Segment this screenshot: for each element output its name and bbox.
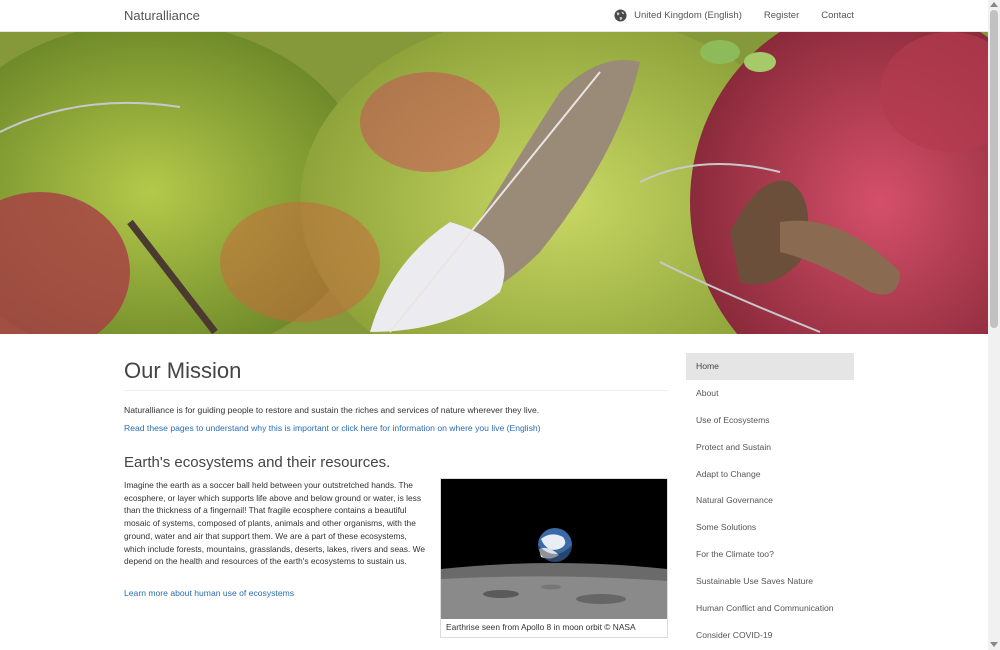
top-navbar: Naturalliance United Kingdom (English) R… bbox=[0, 0, 988, 32]
lead-link[interactable]: Read these pages to understand why this … bbox=[124, 423, 541, 433]
section-title: Earth's ecosystems and their resources. bbox=[124, 454, 391, 471]
section-body: Imagine the earth as a soccer ball held … bbox=[124, 480, 426, 567]
scroll-thumb[interactable] bbox=[990, 10, 998, 328]
earthrise-figure: Earthrise seen from Apollo 8 in moon orb… bbox=[440, 478, 668, 638]
sidebar-item-use-of-ecosystems[interactable]: Use of Ecosystems bbox=[686, 407, 854, 434]
title-divider bbox=[124, 390, 668, 391]
sidebar-item-adapt-to-change[interactable]: Adapt to Change bbox=[686, 461, 854, 488]
region-label: United Kingdom (English) bbox=[634, 10, 742, 21]
figure-caption: Earthrise seen from Apollo 8 in moon orb… bbox=[446, 622, 636, 632]
sidebar-item-natural-governance[interactable]: Natural Governance bbox=[686, 487, 854, 514]
sidebar-nav: Home About Use of Ecosystems Protect and… bbox=[686, 353, 854, 649]
nav-right: United Kingdom (English) Register Contac… bbox=[592, 0, 854, 31]
page-title: Our Mission bbox=[124, 358, 242, 383]
sidebar-item-sustainable-use[interactable]: Sustainable Use Saves Nature bbox=[686, 568, 854, 595]
contact-link[interactable]: Contact bbox=[821, 10, 854, 21]
learn-more-link[interactable]: Learn more about human use of ecosystems bbox=[124, 588, 294, 598]
lead-text: Naturalliance is for guiding people to r… bbox=[124, 405, 540, 415]
page-scrollbar[interactable] bbox=[988, 0, 1000, 650]
scroll-up-arrow-icon[interactable] bbox=[990, 2, 998, 7]
sidebar-item-about[interactable]: About bbox=[686, 380, 854, 407]
sidebar-item-some-solutions[interactable]: Some Solutions bbox=[686, 514, 854, 541]
region-selector[interactable]: United Kingdom (English) bbox=[614, 9, 742, 22]
sidebar-item-human-conflict[interactable]: Human Conflict and Communication bbox=[686, 595, 854, 622]
scroll-down-arrow-icon[interactable] bbox=[990, 642, 998, 647]
hero-image bbox=[0, 32, 988, 334]
globe-icon bbox=[614, 9, 627, 22]
sidebar-item-protect-and-sustain[interactable]: Protect and Sustain bbox=[686, 434, 854, 461]
register-link[interactable]: Register bbox=[764, 10, 799, 21]
earthrise-photo bbox=[441, 479, 667, 619]
sidebar-item-for-the-climate[interactable]: For the Climate too? bbox=[686, 541, 854, 568]
brand-link[interactable]: Naturalliance bbox=[124, 8, 200, 23]
earthrise-image bbox=[441, 479, 667, 619]
sidebar-item-covid-19[interactable]: Consider COVID-19 bbox=[686, 622, 854, 649]
moss-feather-photo bbox=[0, 32, 988, 334]
sidebar-item-home[interactable]: Home bbox=[686, 353, 854, 380]
